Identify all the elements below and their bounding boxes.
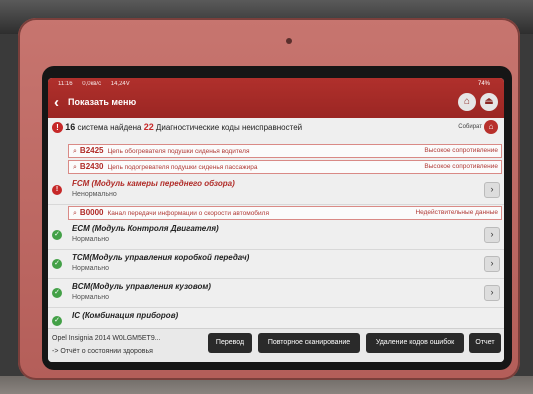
search-icon: ⌕ xyxy=(73,164,77,171)
home-icon[interactable]: ⌂ xyxy=(458,93,476,111)
fault-code-row[interactable]: ⌕ B2430 Цепь подогревателя подушки сиденья… xyxy=(68,160,502,174)
action-footer: Opel Insignia 2014 W0LGM5ET9... -> Отчёт… xyxy=(48,328,504,362)
chevron-right-icon[interactable]: › xyxy=(484,182,500,198)
device-camera xyxy=(286,38,292,44)
module-row-ecm[interactable]: ✓ ECM (Модуль Контроля Двигателя) Нормал… xyxy=(48,221,504,250)
fault-description: Цепь обогревателя подушки сиденья водите… xyxy=(107,148,250,155)
back-arrow-icon[interactable]: ‹ xyxy=(54,94,59,112)
speed-readout: 0,0кв/с xyxy=(82,81,102,87)
report-button[interactable]: Отчет xyxy=(469,333,501,353)
diagnostic-screen: 11:16 0,0кв/с 14,24V 74% ‹ Показать меню… xyxy=(48,78,504,362)
health-report-link[interactable]: -> Отчёт о состоянии здоровья xyxy=(52,348,153,355)
fault-description: Канал передачи информации о скорости авт… xyxy=(107,210,269,217)
fault-description: Цепь подогревателя подушки сиденья пасса… xyxy=(107,164,258,171)
ok-status-icon: ✓ xyxy=(52,316,62,326)
battery-level: 74% xyxy=(477,81,490,87)
summary-text-1: система найдена xyxy=(75,123,144,132)
collect-icon[interactable]: ⌂ xyxy=(484,120,498,134)
module-state: Нормально xyxy=(72,236,110,243)
module-row-fcm[interactable]: ! FCM (Модуль камеры переднего обзора) Н… xyxy=(48,176,504,205)
clock: 11:16 xyxy=(58,81,73,87)
summary-text-2: Диагностические коды неисправностей xyxy=(153,123,303,132)
alert-icon: ! xyxy=(52,122,63,134)
ok-status-icon: ✓ xyxy=(52,259,62,269)
search-icon: ⌕ xyxy=(73,210,77,217)
vehicle-info: Opel Insignia 2014 W0LGM5ET9... xyxy=(52,335,161,342)
fault-code: B0000 xyxy=(79,208,104,217)
search-icon: ⌕ xyxy=(73,148,77,155)
fault-state: Недействительные данные xyxy=(415,209,498,216)
code-count: 22 xyxy=(143,122,154,132)
fault-state: Высокое сопротивление xyxy=(424,147,498,154)
translate-button[interactable]: Перевод xyxy=(208,333,252,353)
module-name: FCM (Модуль камеры переднего обзора) xyxy=(72,179,235,188)
fault-state: Высокое сопротивление xyxy=(424,163,498,170)
module-state: Нормально xyxy=(72,265,110,272)
module-row-tcm[interactable]: ✓ TCM(Модуль управления коробкой передач… xyxy=(48,250,504,279)
error-status-icon: ! xyxy=(52,185,62,195)
system-count: 16 xyxy=(65,122,76,132)
clear-codes-button[interactable]: Удаление кодов ошибок xyxy=(366,333,464,353)
fault-code-row[interactable]: ⌕ B0000 Канал передачи информации о скорос… xyxy=(68,206,502,220)
page-title[interactable]: Показать меню xyxy=(68,97,136,107)
voltage-readout: 14,24V xyxy=(110,81,130,87)
fault-code: B2430 xyxy=(79,162,104,171)
module-name: BCM(Модуль управления кузовом) xyxy=(72,282,211,291)
module-name: ECM (Модуль Контроля Двигателя) xyxy=(72,224,219,233)
scan-summary: ! 16 система найдена 22 Диагностические … xyxy=(52,120,500,138)
status-bar: 11:16 0,0кв/с 14,24V xyxy=(58,81,138,87)
module-name: TCM(Модуль управления коробкой передач) xyxy=(72,253,250,262)
chevron-right-icon[interactable]: › xyxy=(484,227,500,243)
collect-label[interactable]: Собират xyxy=(458,124,482,130)
module-row-ic[interactable]: ✓ IC (Комбинация приборов) xyxy=(48,308,504,328)
module-row-bcm[interactable]: ✓ BCM(Модуль управления кузовом) Нормаль… xyxy=(48,279,504,308)
exit-icon[interactable]: ⏏ xyxy=(480,93,498,111)
chevron-right-icon[interactable]: › xyxy=(484,256,500,272)
rescan-button[interactable]: Повторное сканирование xyxy=(258,333,360,353)
module-state: Ненормально xyxy=(72,191,117,198)
ok-status-icon: ✓ xyxy=(52,230,62,240)
chevron-right-icon[interactable]: › xyxy=(484,285,500,301)
app-header: 11:16 0,0кв/с 14,24V 74% ‹ Показать меню… xyxy=(48,78,504,118)
module-name: IC (Комбинация приборов) xyxy=(72,311,179,320)
fault-code: B2425 xyxy=(79,146,104,155)
fault-code-row[interactable]: ⌕ B2425 Цепь обогревателя подушки сиденья … xyxy=(68,144,502,158)
module-state: Нормально xyxy=(72,294,110,301)
ok-status-icon: ✓ xyxy=(52,288,62,298)
